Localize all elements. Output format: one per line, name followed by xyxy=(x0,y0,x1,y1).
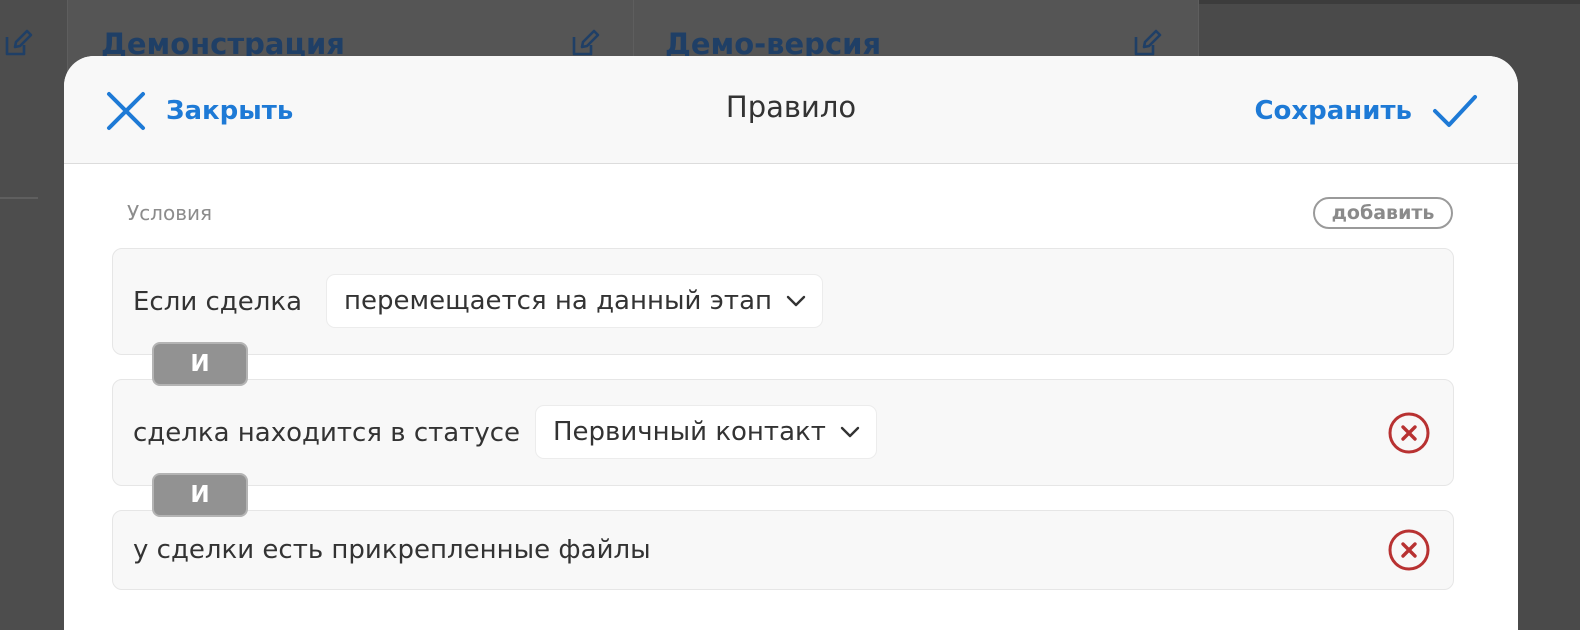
board-column-previous xyxy=(0,0,68,630)
condition-row: у сделки есть прикрепленные файлы xyxy=(112,510,1454,590)
rule-modal: Закрыть Правило Сохранить Условия добави… xyxy=(64,56,1518,630)
conditions-section-label: Условия xyxy=(127,201,213,225)
select-value: перемещается на данный этап xyxy=(344,286,773,316)
condition-row: Если сделка перемещается на данный этап xyxy=(112,248,1454,355)
condition-row: сделка находится в статусе Первичный кон… xyxy=(112,379,1454,486)
condition-text: Если сделка xyxy=(133,287,303,317)
chevron-down-icon xyxy=(786,295,806,307)
condition-text: сделка находится в статусе xyxy=(133,418,521,448)
and-connector-badge: И xyxy=(152,342,248,386)
select-value: Первичный контакт xyxy=(553,417,826,447)
condition-text: у сделки есть прикрепленные файлы xyxy=(133,535,651,565)
save-label: Сохранить xyxy=(1254,96,1412,126)
edit-pencil-icon[interactable] xyxy=(3,28,33,58)
board-divider xyxy=(0,197,38,199)
add-condition-button[interactable]: добавить xyxy=(1313,197,1453,229)
modal-header: Закрыть Правило Сохранить xyxy=(64,56,1518,164)
edit-pencil-icon[interactable] xyxy=(570,28,600,58)
edit-pencil-icon[interactable] xyxy=(1132,28,1162,58)
and-connector-badge: И xyxy=(152,473,248,517)
save-button[interactable]: Сохранить xyxy=(1254,89,1478,133)
condition-status-select[interactable]: Первичный контакт xyxy=(535,405,877,459)
condition-trigger-select[interactable]: перемещается на данный этап xyxy=(326,274,824,328)
checkmark-icon xyxy=(1433,95,1477,127)
chevron-down-icon xyxy=(840,426,860,438)
remove-circle-x-icon[interactable] xyxy=(1387,528,1431,572)
remove-circle-x-icon[interactable] xyxy=(1387,411,1431,455)
